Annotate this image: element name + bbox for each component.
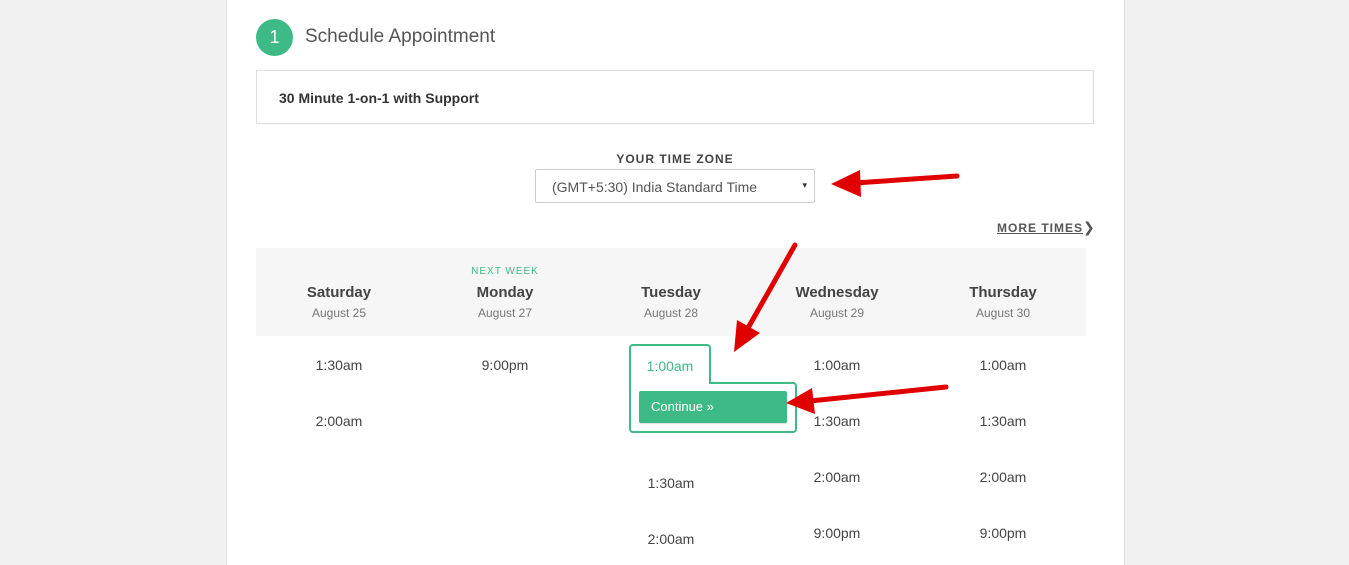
annotation-arrow-slot <box>734 242 798 352</box>
annotation-arrow-timezone <box>831 170 960 197</box>
annotation-arrows <box>734 170 960 414</box>
annotation-arrow-continue <box>786 384 949 414</box>
